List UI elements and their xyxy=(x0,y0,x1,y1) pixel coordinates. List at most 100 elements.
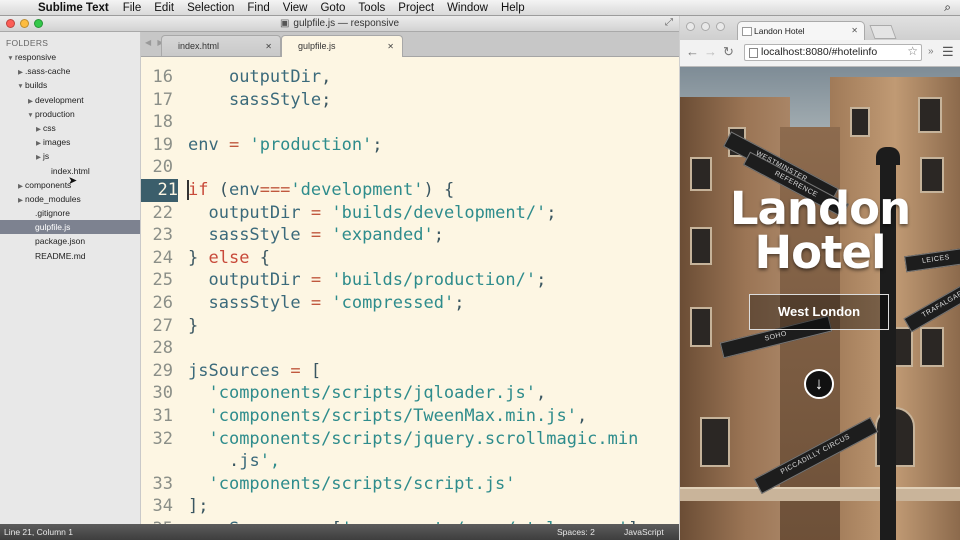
status-bar: Line 21, Column 1 Spaces: 2 JavaScript xyxy=(0,524,679,540)
building-window xyxy=(690,227,712,265)
line-number: 20 xyxy=(152,157,173,178)
line-number: 18 xyxy=(152,112,173,133)
window-title: ▣ gulpfile.js — responsive xyxy=(0,16,679,31)
chrome-menu-icon[interactable]: ☰ xyxy=(942,44,954,60)
pole-cap xyxy=(876,147,900,165)
sidebar-item[interactable]: ▶ js xyxy=(0,149,140,163)
line-number: 33 xyxy=(152,473,173,494)
back-arrow-icon[interactable]: ← xyxy=(686,44,699,59)
close-tab-icon[interactable]: ✕ xyxy=(387,36,394,57)
line-number: 21 xyxy=(141,179,178,202)
file-tree: ▼responsive ▶ .sass-cache ▼builds ▶ developme… xyxy=(0,50,140,263)
building-window xyxy=(690,307,712,347)
sidebar-item[interactable]: ▼production xyxy=(0,107,140,121)
new-tab-button[interactable] xyxy=(869,25,897,39)
hero-subtitle-box: West London xyxy=(749,294,889,330)
file-icon: ▣ xyxy=(279,18,290,29)
sidebar-item-label: css xyxy=(43,122,56,133)
line-number: 32 xyxy=(152,428,173,449)
menu-find[interactable]: Find xyxy=(247,2,269,14)
code-line[interactable]: jsSources = [ xyxy=(188,360,321,383)
browser-zoom-button[interactable] xyxy=(716,22,725,31)
line-number: 23 xyxy=(152,225,173,246)
menu-selection[interactable]: Selection xyxy=(187,2,234,14)
sidebar-item[interactable]: gulpfile.js xyxy=(0,220,140,235)
code-line[interactable]: if (env==='development') { xyxy=(188,179,454,202)
code-line[interactable]: 'components/scripts/jqloader.js', xyxy=(188,382,546,405)
menu-goto[interactable]: Goto xyxy=(320,2,345,14)
line-number: 27 xyxy=(152,315,173,336)
code-line[interactable]: sassStyle = 'compressed'; xyxy=(188,292,464,315)
indentation-setting[interactable]: Spaces: 2 xyxy=(557,524,595,540)
sidebar-item[interactable]: ▶ node_modules xyxy=(0,192,140,206)
sidebar-item[interactable]: README.md xyxy=(0,249,140,263)
menu-project[interactable]: Project xyxy=(398,2,434,14)
menu-view[interactable]: View xyxy=(283,2,308,14)
line-number: 30 xyxy=(152,383,173,404)
menu-window[interactable]: Window xyxy=(447,2,488,14)
sidebar-item[interactable]: .gitignore xyxy=(0,206,140,220)
code-line[interactable]: .js', xyxy=(188,450,280,473)
menu-help[interactable]: Help xyxy=(501,2,525,14)
address-bar[interactable]: localhost:8080/#hotelinfo ☆ xyxy=(744,44,922,61)
code-line[interactable]: sassStyle; xyxy=(188,89,331,112)
code-line[interactable]: } else { xyxy=(188,247,270,270)
browser-window: Landon Hotel ✕ ← → ↻ localhost:8080/#hot… xyxy=(680,16,960,540)
line-number: 22 xyxy=(152,202,173,223)
code-line[interactable]: outputDir = 'builds/production/'; xyxy=(188,269,546,292)
menu-tools[interactable]: Tools xyxy=(358,2,385,14)
code-line[interactable]: outputDir = 'builds/development/'; xyxy=(188,202,556,225)
spotlight-search-icon[interactable]: ⌕ xyxy=(944,0,951,15)
close-tab-icon[interactable]: ✕ xyxy=(851,22,858,40)
sidebar-item[interactable]: ▶ css xyxy=(0,121,140,135)
code-editor[interactable]: 1617181920212223242526272829303132333435… xyxy=(141,57,679,524)
scroll-down-arrow-icon[interactable]: ↓ xyxy=(804,369,834,399)
building-window xyxy=(850,107,870,137)
browser-toolbar: ← → ↻ localhost:8080/#hotelinfo ☆ » ☰ xyxy=(680,40,960,67)
code-line[interactable]: 'components/scripts/jquery.scrollmagic.m… xyxy=(188,428,638,451)
sidebar-header: FOLDERS xyxy=(6,38,49,48)
line-number: 34 xyxy=(152,496,173,517)
close-tab-icon[interactable]: ✕ xyxy=(265,36,272,57)
code-line[interactable]: } xyxy=(188,315,198,338)
menu-edit[interactable]: Edit xyxy=(154,2,174,14)
fullscreen-icon[interactable]: ⤢ xyxy=(665,17,673,28)
tab-bar: ◀ ▶ index.html ✕ gulpfile.js ✕ xyxy=(141,32,679,57)
sidebar-item[interactable]: ▼builds xyxy=(0,78,140,92)
code-line[interactable]: 'components/scripts/TweenMax.min.js', xyxy=(188,405,587,428)
hero-title-line2: Hotel xyxy=(754,226,886,279)
sidebar-item[interactable]: ▶ images xyxy=(0,135,140,149)
reload-icon[interactable]: ↻ xyxy=(723,44,734,60)
page-favicon-icon xyxy=(742,27,752,36)
sidebar-item-label: node_modules xyxy=(25,193,81,204)
bookmark-star-icon[interactable]: ☆ xyxy=(907,44,918,59)
menu-app-name[interactable]: Sublime Text xyxy=(38,2,109,14)
window-title-text: gulpfile.js — responsive xyxy=(293,18,400,29)
url-text: localhost:8080/#hotelinfo xyxy=(761,46,878,58)
code-line[interactable]: ]; xyxy=(188,495,209,518)
line-number-gutter: 1617181920212223242526272829303132333435 xyxy=(141,57,182,524)
browser-tab[interactable]: Landon Hotel ✕ xyxy=(737,21,865,40)
browser-close-button[interactable] xyxy=(686,22,695,31)
line-number: 19 xyxy=(152,134,173,155)
cursor-position: Line 21, Column 1 xyxy=(4,527,73,537)
forward-arrow-icon[interactable]: → xyxy=(704,44,717,59)
code-line[interactable]: sassStyle = 'expanded'; xyxy=(188,224,443,247)
sidebar-item[interactable]: ▼responsive xyxy=(0,50,140,64)
code-line[interactable]: 'components/scripts/script.js' xyxy=(188,473,515,496)
code-line[interactable]: env = 'production'; xyxy=(188,134,383,157)
syntax-language[interactable]: JavaScript xyxy=(624,524,664,540)
sidebar-item[interactable]: ▶ .sass-cache xyxy=(0,64,140,78)
sidebar-item[interactable]: ▶ development xyxy=(0,93,140,107)
sidebar-item-label: components xyxy=(25,179,72,190)
code-line[interactable]: outputDir, xyxy=(188,66,331,89)
sidebar-item[interactable]: package.json xyxy=(0,234,140,248)
building-window xyxy=(690,157,712,191)
extensions-chevron-icon[interactable]: » xyxy=(928,46,934,57)
menu-file[interactable]: File xyxy=(123,2,142,14)
tab-gulpfile-js[interactable]: gulpfile.js ✕ xyxy=(281,35,403,57)
tab-index-html[interactable]: index.html ✕ xyxy=(161,35,281,56)
line-number: 26 xyxy=(152,293,173,313)
text-caret xyxy=(187,180,189,200)
browser-minimize-button[interactable] xyxy=(701,22,710,31)
